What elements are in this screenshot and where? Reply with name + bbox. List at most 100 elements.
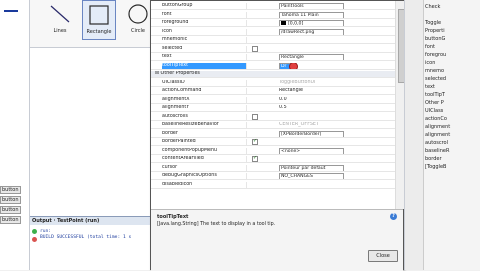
property-value[interactable]: [0,0,0] [251, 20, 391, 26]
property-value[interactable]: 0.0 [251, 97, 391, 103]
property-value-box[interactable]: Rectangle [279, 54, 344, 60]
property-value-box[interactable]: NO_CHANGES [279, 173, 344, 179]
property-value-box[interactable]: <none> [279, 147, 344, 154]
property-value[interactable]: ToggleButtonUI [251, 80, 391, 86]
property-value-box[interactable]: /drawRect.png [279, 28, 344, 35]
property-row[interactable]: borderPainted [151, 138, 395, 146]
property-value[interactable]: 0.5 [251, 105, 391, 111]
close-button[interactable]: Close [368, 250, 398, 262]
palette-rectangle-tool[interactable]: Rectangle [82, 0, 116, 40]
property-value[interactable]: Tahoma 11 Plain [251, 11, 391, 18]
property-value-box[interactable]: Pointeur par defaut [279, 164, 344, 171]
property-row[interactable]: selected [151, 45, 395, 53]
navigator-item[interactable]: UIClass [425, 108, 443, 114]
property-row[interactable]: alignmentY 0.5 [151, 105, 395, 112]
navigator-item[interactable]: buttonG [425, 36, 445, 42]
property-name: cursor [162, 164, 247, 171]
navigator-item[interactable]: font [425, 44, 435, 50]
property-row[interactable]: text Rectangle [151, 54, 395, 61]
property-row[interactable]: toolTipText Dr [151, 62, 395, 70]
component-button-4[interactable]: button [0, 216, 21, 224]
property-row[interactable]: foreground [0,0,0] [151, 20, 395, 27]
property-value[interactable]: Rectangle [251, 54, 391, 60]
property-value-box[interactable]: PaintTools [279, 3, 344, 9]
property-row[interactable]: actionCommand Rectangle [151, 88, 395, 95]
edit-cursor-icon[interactable] [289, 62, 298, 69]
navigator-item[interactable]: text [425, 84, 435, 90]
component-button-3[interactable]: button [0, 206, 21, 214]
navigator-item[interactable]: selected [425, 76, 446, 82]
property-name: UIClassID [162, 79, 247, 86]
property-category[interactable]: ⊟ Other Properties [151, 71, 395, 78]
property-checkbox[interactable] [252, 138, 258, 145]
property-row[interactable]: font Tahoma 11 Plain [151, 11, 395, 19]
property-row[interactable]: cursor Pointeur par defaut [151, 164, 395, 172]
property-value-text: 0.0 [279, 96, 287, 102]
property-value[interactable]: Pointeur par defaut [251, 164, 391, 171]
navigator-item[interactable]: alignment [425, 132, 450, 138]
property-row[interactable]: contentAreaFilled [151, 155, 395, 163]
property-value[interactable]: CENTER_OFFSET [251, 122, 391, 128]
property-row[interactable]: border [XPBorderBorder] [151, 130, 395, 138]
property-value-text: PaintTools [281, 4, 304, 9]
navigator-item[interactable]: autoscrol [425, 140, 448, 146]
property-name: autoscrolls [162, 113, 247, 120]
property-value[interactable]: NO_CHANGES [251, 173, 391, 179]
property-name: ⊟ Other Properties [155, 71, 200, 76]
navigator-item[interactable]: Other P [425, 100, 444, 106]
property-value[interactable]: <none> [251, 147, 391, 154]
property-value-box[interactable]: Tahoma 11 Plain [279, 11, 344, 18]
property-row[interactable]: buttonGroup PaintTools [151, 3, 395, 10]
property-value[interactable]: /drawRect.png [251, 28, 391, 35]
property-value-text: Pointeur par defaut [281, 165, 326, 171]
property-row[interactable]: mnemonic [151, 37, 395, 44]
property-row[interactable]: autoscrolls [151, 113, 395, 121]
property-name: componentPopupMenu [162, 147, 247, 154]
navigator-item[interactable]: Check [425, 4, 440, 10]
navigator-item[interactable]: alignment [425, 124, 450, 130]
navigator-item[interactable]: mnemo [425, 68, 444, 74]
component-list-strip: button button button button [0, 0, 30, 270]
navigator-item[interactable]: Properti [425, 28, 445, 34]
navigator-item[interactable]: baselineR [425, 148, 449, 154]
property-row[interactable]: debugGraphicsOptions NO_CHANGES [151, 173, 395, 180]
run-icon[interactable] [32, 229, 37, 234]
property-row[interactable]: icon/drawRect.png [151, 28, 395, 36]
navigator-item[interactable]: icon [425, 60, 435, 66]
stop-icon[interactable] [32, 237, 37, 242]
property-row[interactable]: baselineResizeBehavior CENTER_OFFSET [151, 122, 395, 129]
property-name: toolTipText [162, 62, 247, 69]
property-checkbox[interactable] [252, 45, 258, 52]
navigator-item[interactable]: foregrou [425, 52, 446, 58]
property-checkbox[interactable] [252, 113, 258, 120]
property-name: border [162, 130, 247, 137]
navigator-item[interactable]: Toggle [425, 20, 441, 26]
property-name: icon [162, 28, 247, 35]
property-value-box[interactable]: [XPBorderBorder] [279, 130, 344, 137]
property-name: actionCommand [162, 88, 247, 94]
property-value[interactable]: Dr [251, 62, 391, 69]
component-button-1[interactable]: button [0, 186, 21, 194]
help-icon[interactable]: ? [390, 213, 397, 220]
property-checkbox[interactable] [252, 155, 258, 162]
component-button-2[interactable]: button [0, 196, 21, 204]
property-value-text [251, 37, 279, 42]
property-row[interactable]: UIClassID ToggleButtonUI [151, 79, 395, 87]
form-design-area[interactable] [30, 48, 150, 216]
navigator-item[interactable]: actionCo [425, 116, 447, 122]
property-name: mnemonic [162, 37, 247, 43]
property-value[interactable]: PaintTools [251, 3, 391, 9]
navigator-item[interactable]: border [425, 156, 442, 162]
property-row[interactable]: alignmentX 0.0 [151, 96, 395, 104]
property-value-text: /drawRect.png [281, 29, 315, 35]
property-value-box[interactable]: [0,0,0] [279, 20, 344, 26]
property-value[interactable] [251, 182, 391, 188]
property-row[interactable]: componentPopupMenu <none> [151, 147, 395, 155]
property-value[interactable]: [XPBorderBorder] [251, 130, 391, 137]
palette-lines-tool[interactable]: Lines [44, 0, 76, 38]
property-value[interactable] [251, 37, 391, 43]
navigator-item[interactable]: [ToggleB [425, 164, 446, 170]
navigator-item[interactable]: toolTipT [425, 92, 445, 98]
property-value[interactable]: Rectangle [251, 88, 391, 94]
property-row[interactable]: disabledIcon [151, 181, 395, 189]
